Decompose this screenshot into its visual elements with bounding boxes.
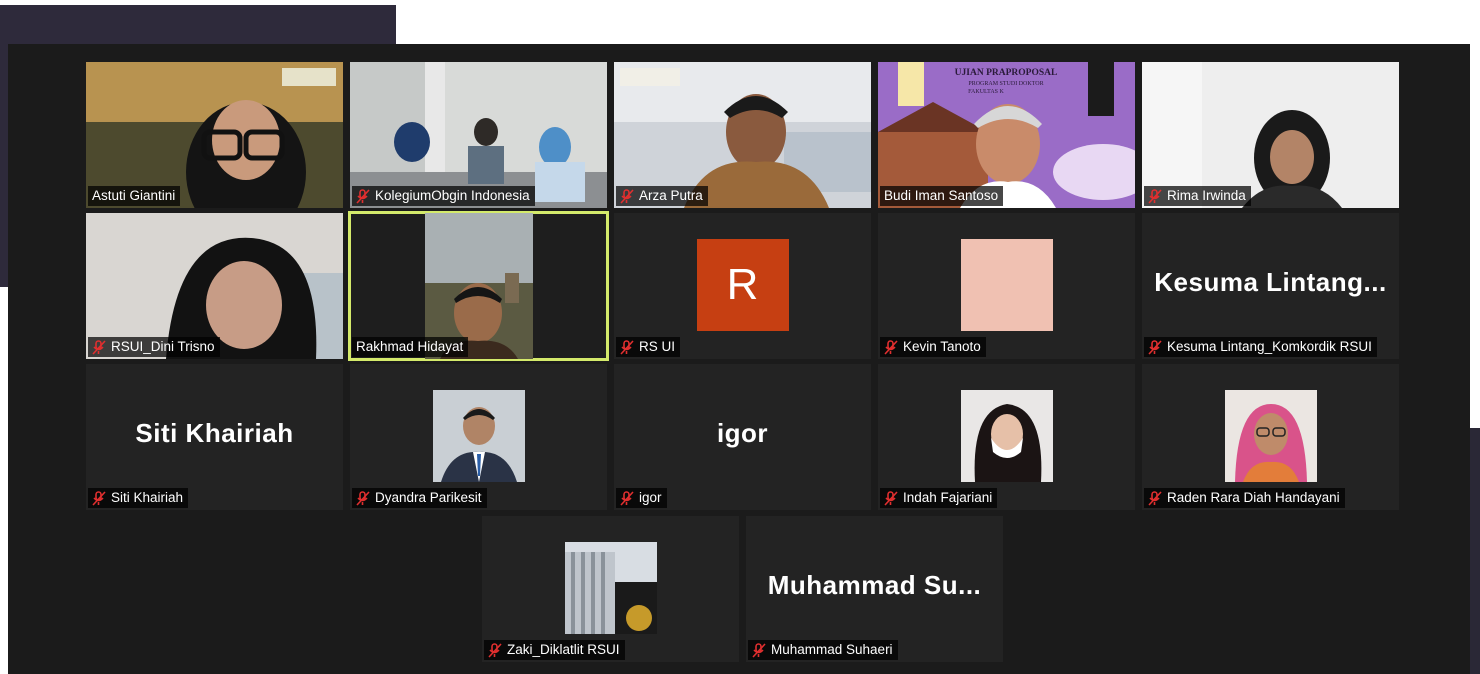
participant-name-tag: Raden Rara Diah Handayani: [1144, 488, 1345, 508]
mic-off-icon: [356, 490, 370, 506]
participant-name-tag: Budi Iman Santoso: [880, 186, 1004, 206]
participant-tile-rsui-dini-trisno[interactable]: RSUI_Dini Trisno: [86, 213, 343, 359]
participant-tile-budi-iman-santoso[interactable]: UJIAN PRAPROPOSAL PROGRAM STUDI DOKTOR F…: [878, 62, 1135, 208]
participant-tile-indah-fajariani[interactable]: Indah Fajariani: [878, 364, 1135, 510]
participant-display-name: Muhammad Su...: [767, 569, 982, 600]
participant-tile-igor[interactable]: igor igor: [614, 364, 871, 510]
profile-photo: [960, 390, 1053, 482]
participant-tile-siti-khairiah[interactable]: Siti Khairiah Siti Khairiah: [86, 364, 343, 510]
participant-display-name: Siti Khairiah: [135, 417, 294, 448]
participant-display-name: igor: [716, 417, 769, 448]
participant-name-tag: Zaki_Diklatlit RSUI: [484, 640, 625, 660]
background-subtitle: PROGRAM STUDI DOKTOR: [968, 81, 1043, 87]
participant-tile-rakhmad-hidayat[interactable]: Rakhmad Hidayat: [348, 211, 609, 361]
participant-name: Muhammad Suhaeri: [771, 642, 893, 657]
avatar-letter: R: [696, 239, 789, 331]
mic-off-icon: [356, 188, 370, 204]
participant-name-tag: RSUI_Dini Trisno: [88, 337, 220, 357]
participant-tile-kevin-tanoto[interactable]: Kevin Tanoto: [878, 213, 1135, 359]
participant-name: Astuti Giantini: [92, 188, 176, 203]
mic-off-icon: [92, 490, 106, 506]
mic-off-icon: [752, 642, 766, 658]
mic-off-icon: [1148, 339, 1162, 355]
profile-photo: [432, 390, 525, 482]
participant-tile-rs-ui[interactable]: R RS UI: [614, 213, 871, 359]
mic-off-icon: [92, 339, 106, 355]
participant-display-name: Kesuma Lintang...: [1154, 266, 1387, 297]
participant-name-tag: Indah Fajariani: [880, 488, 998, 508]
mic-off-icon: [884, 490, 898, 506]
profile-photo: [1224, 390, 1317, 482]
participant-name: Rakhmad Hidayat: [356, 339, 464, 354]
participant-name-tag: Muhammad Suhaeri: [748, 640, 898, 660]
meeting-window: Astuti Giantini KolegiumObgin Indonesia: [8, 44, 1470, 674]
participant-name: Siti Khairiah: [111, 490, 184, 505]
participant-name: Rima Irwinda: [1167, 188, 1246, 203]
participant-name-tag: Kevin Tanoto: [880, 337, 986, 357]
participant-name: KolegiumObgin Indonesia: [375, 188, 530, 203]
mic-off-icon: [488, 642, 502, 658]
mic-off-icon: [1148, 188, 1162, 204]
participant-name-tag: Rakhmad Hidayat: [352, 337, 469, 357]
participant-name: Raden Rara Diah Handayani: [1167, 490, 1340, 505]
participant-name: RS UI: [639, 339, 676, 354]
participant-name: Kesuma Lintang_Komkordik RSUI: [1167, 339, 1372, 354]
avatar: R: [696, 239, 789, 331]
participant-name: Dyandra Parikesit: [375, 490, 482, 505]
mic-off-icon: [620, 188, 634, 204]
participant-name: Zaki_Diklatlit RSUI: [507, 642, 620, 657]
participant-name-tag: RS UI: [616, 337, 681, 357]
participant-name: RSUI_Dini Trisno: [111, 339, 215, 354]
participant-tile-muhammad-suhaeri[interactable]: Muhammad Su... Muhammad Suhaeri: [746, 516, 1003, 662]
participant-name-tag: Kesuma Lintang_Komkordik RSUI: [1144, 337, 1377, 357]
participant-tile-astuti-giantini[interactable]: Astuti Giantini: [86, 62, 343, 208]
participant-tile-kesuma-lintang[interactable]: Kesuma Lintang... Kesuma Lintang_Komkord…: [1142, 213, 1399, 359]
participant-name-tag: Arza Putra: [616, 186, 708, 206]
mic-off-icon: [884, 339, 898, 355]
participant-name-tag: Astuti Giantini: [88, 186, 181, 206]
participant-tile-dyandra-parikesit[interactable]: Dyandra Parikesit: [350, 364, 607, 510]
avatar: [960, 239, 1053, 331]
background-subtitle-2: FAKULTAS K: [968, 89, 1004, 95]
participant-tile-kolegiumobgin[interactable]: KolegiumObgin Indonesia: [350, 62, 607, 208]
profile-photo: [564, 542, 657, 634]
participant-name: Budi Iman Santoso: [884, 188, 999, 203]
mic-off-icon: [620, 339, 634, 355]
participant-name: Indah Fajariani: [903, 490, 993, 505]
participant-name-tag: KolegiumObgin Indonesia: [352, 186, 535, 206]
participant-name: Kevin Tanoto: [903, 339, 981, 354]
background-title: UJIAN PRAPROPOSAL: [955, 68, 1058, 78]
participant-tile-raden-rara-diah-handayani[interactable]: Raden Rara Diah Handayani: [1142, 364, 1399, 510]
participant-name: igor: [639, 490, 662, 505]
participant-tile-zaki-diklatlit-rsui[interactable]: Zaki_Diklatlit RSUI: [482, 516, 739, 662]
mic-off-icon: [1148, 490, 1162, 506]
participant-name-tag: Siti Khairiah: [88, 488, 189, 508]
participant-name: Arza Putra: [639, 188, 703, 203]
participant-tile-rima-irwinda[interactable]: Rima Irwinda: [1142, 62, 1399, 208]
participant-name-tag: Rima Irwinda: [1144, 186, 1251, 206]
participant-name-tag: Dyandra Parikesit: [352, 488, 487, 508]
participant-name-tag: igor: [616, 488, 667, 508]
participant-tile-arza-putra[interactable]: Arza Putra: [614, 62, 871, 208]
mic-off-icon: [620, 490, 634, 506]
